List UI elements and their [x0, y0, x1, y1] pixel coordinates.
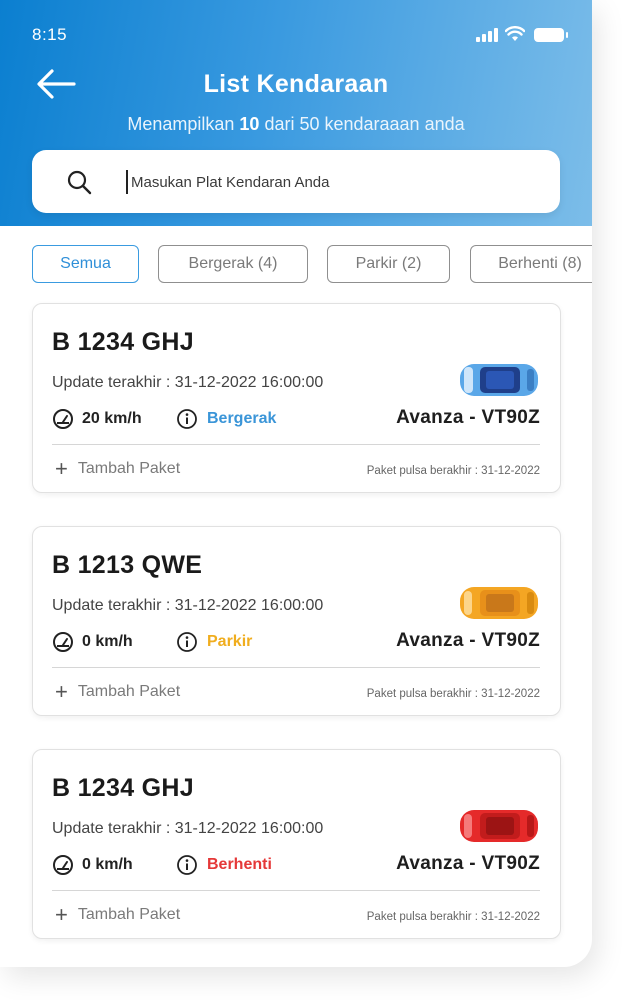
add-package-button[interactable]: + Tambah Paket [55, 456, 181, 481]
filter-chips: Semua Bergerak (4) Parkir (2) Berhenti (… [32, 245, 592, 283]
car-blue-icon [460, 364, 538, 396]
vehicle-model: Avanza - VT90Z [396, 853, 540, 874]
info-icon [177, 409, 197, 429]
speedometer-icon [53, 855, 73, 875]
vehicle-meta: 0 km/h Parkir [52, 631, 252, 653]
vehicle-status: Bergerak [207, 410, 277, 427]
plus-icon: + [55, 679, 68, 704]
vehicle-plate: B 1234 GHJ [52, 328, 194, 356]
phone-screen: 8:15 List Kendaraan Menampilkan 10 dari … [0, 0, 592, 967]
vehicle-status: Parkir [207, 633, 253, 650]
page-title: List Kendaraan [203, 70, 389, 98]
package-expiry: Paket pulsa berakhir : 31-12-2022 [366, 465, 540, 477]
speedometer-icon [53, 632, 73, 652]
plus-icon: + [55, 456, 68, 481]
vehicle-card[interactable]: B 1234 GHJ Update terakhir : 31-12-2022 … [32, 749, 561, 939]
status-icons [476, 26, 568, 42]
status-bar: 8:15 [32, 24, 568, 46]
last-update: Update terakhir : 31-12-2022 16:00:00 [52, 374, 324, 391]
vehicle-plate: B 1213 QWE [52, 551, 203, 579]
filter-parkir[interactable]: Parkir (2) [327, 245, 450, 283]
car-red-icon [460, 810, 538, 842]
package-expiry: Paket pulsa berakhir : 31-12-2022 [366, 688, 540, 700]
vehicle-speed: 0 km/h [82, 633, 133, 650]
signal-icon [476, 28, 498, 42]
divider [52, 890, 540, 891]
vehicle-status: Berhenti [207, 856, 272, 873]
subtitle-suffix: dari 50 kendaraaan anda [259, 114, 465, 134]
header: 8:15 List Kendaraan Menampilkan 10 dari … [0, 0, 592, 226]
add-package-label: Tambah Paket [77, 683, 181, 700]
plus-icon: + [55, 902, 68, 927]
search-box [32, 150, 560, 213]
info-icon [177, 632, 197, 652]
subtitle-prefix: Menampilkan [127, 114, 240, 134]
add-package-button[interactable]: + Tambah Paket [55, 902, 181, 927]
vehicle-card[interactable]: B 1234 GHJ Update terakhir : 31-12-2022 … [32, 303, 561, 493]
filter-bergerak[interactable]: Bergerak (4) [158, 245, 308, 283]
vehicle-model: Avanza - VT90Z [396, 407, 540, 428]
last-update: Update terakhir : 31-12-2022 16:00:00 [52, 820, 324, 837]
add-package-label: Tambah Paket [77, 460, 181, 477]
subtitle-count: 10 [239, 114, 260, 134]
vehicle-plate: B 1234 GHJ [52, 774, 194, 802]
divider [52, 667, 540, 668]
status-time: 8:15 [32, 25, 68, 44]
search-icon [67, 170, 92, 195]
add-package-label: Tambah Paket [77, 906, 181, 923]
vehicle-meta: 0 km/h Berhenti [52, 854, 272, 876]
vehicle-meta: 20 km/h Bergerak [52, 408, 276, 430]
filter-berhenti[interactable]: Berhenti (8) [470, 245, 592, 283]
add-package-button[interactable]: + Tambah Paket [55, 679, 181, 704]
page-subtitle: Menampilkan 10 dari 50 kendaraaan anda [0, 114, 592, 135]
vehicle-speed: 0 km/h [82, 856, 133, 873]
vehicle-model: Avanza - VT90Z [396, 630, 540, 651]
battery-icon [534, 28, 568, 42]
info-icon [177, 855, 197, 875]
vehicle-speed: 20 km/h [82, 410, 142, 427]
last-update: Update terakhir : 31-12-2022 16:00:00 [52, 597, 324, 614]
wifi-icon [505, 26, 525, 41]
divider [52, 444, 540, 445]
vehicle-card[interactable]: B 1213 QWE Update terakhir : 31-12-2022 … [32, 526, 561, 716]
filter-semua[interactable]: Semua [32, 245, 139, 283]
car-orange-icon [460, 587, 538, 619]
speedometer-icon [53, 409, 73, 429]
search-input[interactable] [126, 170, 526, 194]
package-expiry: Paket pulsa berakhir : 31-12-2022 [366, 911, 540, 923]
